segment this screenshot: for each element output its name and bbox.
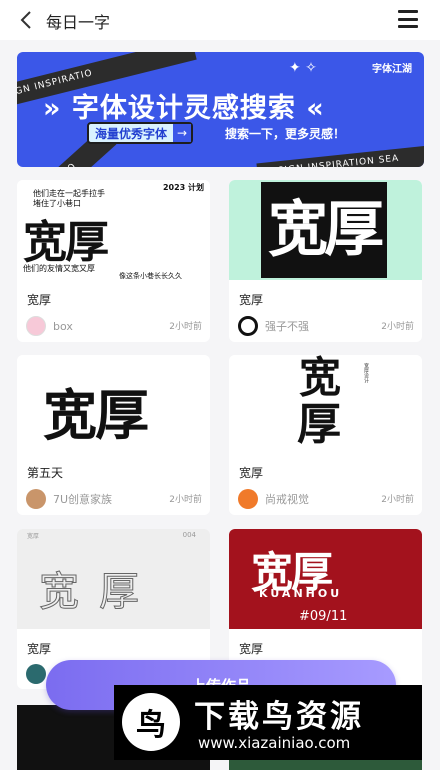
thumb-corner-text: 2023 计划	[162, 183, 204, 192]
author-name: box	[53, 319, 73, 333]
banner-brand: 字体江湖	[372, 64, 412, 75]
thumb-main-text: 厚	[297, 399, 341, 450]
work-card[interactable]: 宽 厚 宽厚设计 宽厚 尚戒视觉 2小时前	[229, 355, 422, 515]
author-name: 7U创意家族	[53, 493, 113, 506]
thumb-main-text: 宽厚	[43, 384, 149, 447]
banner-headline: » 字体设计灵感搜索 «	[43, 93, 325, 124]
top-bar: 每日一字	[0, 0, 440, 40]
banner-band: DESIGN INSPIRATION SEA	[256, 140, 424, 167]
avatar	[26, 489, 46, 509]
author[interactable]: 7U创意家族	[26, 489, 112, 509]
watermark-logo-icon: 鸟	[122, 693, 180, 751]
banner-subtitle: 搜索一下，更多灵感！	[225, 127, 346, 141]
work-title: 第五天	[27, 466, 64, 480]
thumb-main-text: 宽	[299, 355, 342, 402]
work-card[interactable]: 宽厚 第五天 7U创意家族 2小时前	[17, 355, 210, 515]
post-time: 2小时前	[381, 495, 414, 505]
author-name: 尚戒视觉	[265, 493, 309, 506]
thumb-side-text: 宽厚设计	[363, 363, 369, 383]
thumb-roman-text: KUANHOU	[259, 587, 343, 600]
banner-tag-text: 海量优秀字体	[95, 126, 168, 141]
watermark-url: www.xiazainiao.com	[198, 734, 351, 752]
thumb-main-block: 宽厚	[261, 182, 387, 278]
thumb-number: #09/11	[299, 609, 348, 624]
work-thumbnail: 宽 厚 宽厚设计	[229, 355, 422, 455]
page-title: 每日一字	[46, 13, 111, 32]
arrow-right-icon: →	[173, 124, 192, 142]
back-arrow-icon[interactable]	[16, 9, 38, 31]
thumb-line: 像这条小巷长长久久	[119, 272, 182, 280]
work-title: 宽厚	[239, 642, 264, 656]
work-thumbnail: 宽厚 004 宽厚	[17, 529, 210, 629]
thumb-main-text: 宽厚	[268, 195, 384, 265]
work-card[interactable]: 2023 计划 他们走在一起手拉手 堵住了小巷口 宽厚 他们的友情又宽又厚 像这…	[17, 180, 210, 342]
thumb-line: 他们的友情又宽又厚	[23, 264, 95, 273]
thumb-main-text: 宽厚	[23, 217, 109, 268]
work-card[interactable]: 宽厚 宽厚 强子不强 2小时前	[229, 180, 422, 342]
work-title: 宽厚	[239, 293, 264, 307]
banner-tag: 海量优秀字体 →	[87, 122, 194, 144]
author[interactable]: 尚戒视觉	[238, 489, 309, 509]
work-thumbnail: 宽厚 KUANHOU #09/11	[229, 529, 422, 629]
post-time: 2小时前	[381, 322, 414, 332]
post-time: 2小时前	[169, 322, 202, 332]
avatar	[238, 316, 258, 336]
menu-icon[interactable]	[398, 10, 418, 28]
author[interactable]: 强子不强	[238, 316, 309, 336]
work-thumbnail: 宽厚	[17, 355, 210, 455]
work-thumbnail: 宽厚	[229, 180, 422, 280]
avatar	[238, 489, 258, 509]
thumb-main-text: 宽厚	[39, 569, 159, 616]
thumb-small-text: 宽厚	[27, 533, 40, 540]
promo-banner[interactable]: SIGN INSPIRATIO SIGN INSPIRATIO DESIGN I…	[17, 52, 424, 167]
watermark: 鸟 下载鸟资源 www.xiazainiao.com	[114, 685, 422, 760]
author[interactable]: box	[26, 316, 73, 336]
watermark-name: 下载鸟资源	[194, 699, 364, 735]
avatar	[26, 664, 46, 684]
author-name: 强子不强	[265, 320, 309, 333]
post-time: 2小时前	[169, 495, 202, 505]
sparkle-icon: ✦ ✧	[289, 60, 317, 76]
work-title: 宽厚	[27, 293, 52, 307]
work-title: 宽厚	[27, 642, 52, 656]
thumb-number: 004	[182, 531, 196, 539]
work-title: 宽厚	[239, 466, 264, 480]
work-thumbnail: 2023 计划 他们走在一起手拉手 堵住了小巷口 宽厚 他们的友情又宽又厚 像这…	[17, 180, 210, 280]
avatar	[26, 316, 46, 336]
